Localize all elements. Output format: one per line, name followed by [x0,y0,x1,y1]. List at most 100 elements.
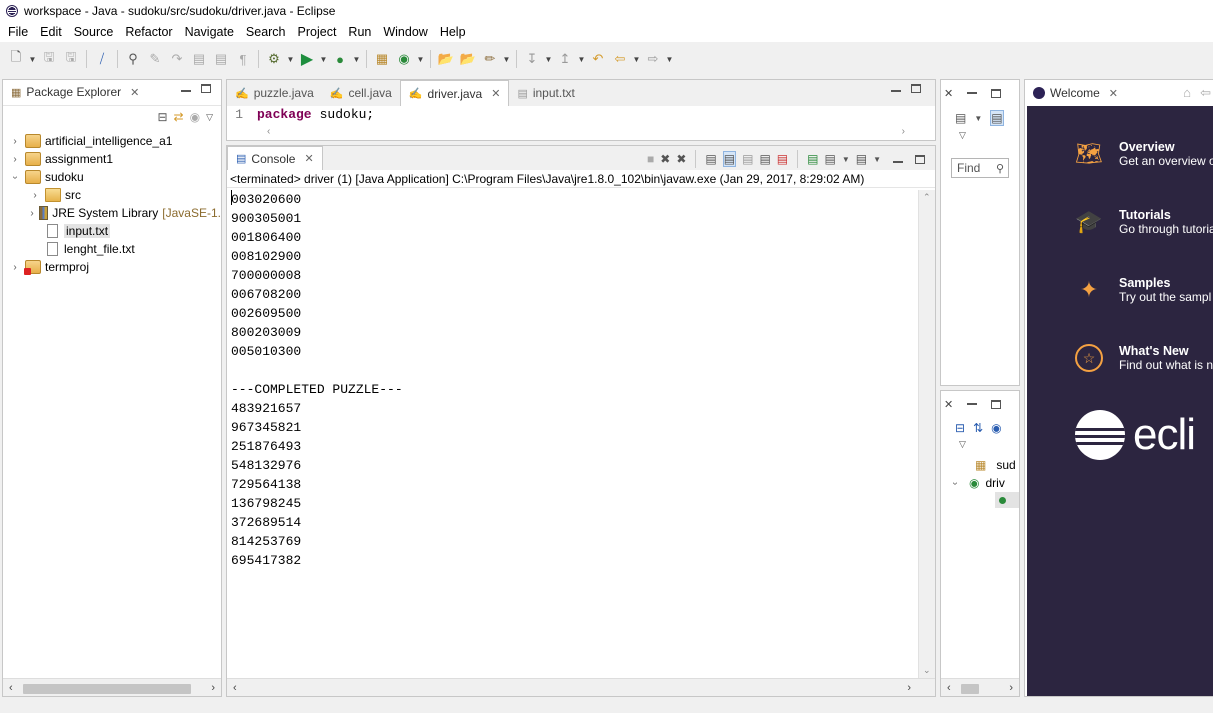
console-hscrollbar[interactable]: ‹ › [227,678,935,696]
collapse-all-icon[interactable]: ⊟ [955,421,965,435]
display-console-icon[interactable]: ▤ [824,152,835,166]
scroll-up-icon[interactable]: ⌃ [923,192,931,203]
save-all-icon[interactable]: 🖫 [61,49,81,69]
minimize-icon[interactable] [893,161,903,163]
back-icon[interactable]: ⇦ [610,49,630,69]
run-icon[interactable]: ▶ [297,49,317,69]
step-icon[interactable]: ✎ [145,49,165,69]
menu-help[interactable]: Help [434,22,472,42]
outline-item-class[interactable]: › ◉ driv [941,474,1019,492]
previous-annotation-icon[interactable]: ↥ [555,49,575,69]
expand-icon[interactable]: › [29,190,41,201]
search-dropdown-icon[interactable]: ▼ [502,49,511,69]
task-view-menu-icon[interactable]: ▽ [941,130,1019,141]
scroll-right-icon[interactable]: › [902,126,905,138]
save-icon[interactable]: 🖫 [39,49,59,69]
horizontal-scrollbar[interactable]: ‹ › [3,678,221,696]
code-line[interactable]: 1 package sudoku; [227,106,935,122]
next-annotation-icon[interactable]: ↧ [522,49,542,69]
format-icon[interactable]: ▤ [211,49,231,69]
minimize-icon[interactable] [891,90,901,92]
coverage-dropdown-icon[interactable]: ▼ [352,49,361,69]
tab-input-txt[interactable]: ▤ input.txt [509,80,582,106]
menu-project[interactable]: Project [292,22,343,42]
tab-puzzle-java[interactable]: ✍ puzzle.java [227,80,322,106]
open-console-icon[interactable]: ▤ [856,152,867,166]
search-icon[interactable]: ✏ [480,49,500,69]
outline-item-package[interactable]: ▦ sud [941,456,1019,474]
drop-to-frame-icon[interactable]: ↷ [167,49,187,69]
maximize-icon[interactable] [911,84,921,93]
new-dropdown-icon[interactable]: ▼ [28,49,37,69]
scroll-thumb[interactable] [961,684,979,694]
tab-console[interactable]: ▤ Console ✕ [227,146,323,170]
new-task-icon[interactable]: ▤ [955,111,966,125]
tree-item-assignment1[interactable]: › assignment1 [3,150,221,168]
toggle-breakpoint-icon[interactable]: ⚲ [123,49,143,69]
welcome-whats-new[interactable]: ☆ What's New Find out what is n [1075,344,1213,372]
expand-icon[interactable]: › [9,262,21,273]
scroll-left-icon[interactable]: ‹ [947,682,951,694]
menu-run[interactable]: Run [342,22,377,42]
open-task-icon[interactable]: 📂 [458,49,478,69]
collapse-icon[interactable]: › [950,477,961,489]
close-icon[interactable]: ✕ [491,87,500,100]
find-field[interactable]: Find ⚲ [951,158,1009,178]
close-icon[interactable]: ✕ [944,87,953,100]
tree-item-lenght-file-txt[interactable]: lenght_file.txt [3,240,221,258]
tab-driver-java[interactable]: ✍ driver.java ✕ [399,80,510,106]
scroll-left-icon[interactable]: ‹ [233,682,237,694]
menu-search[interactable]: Search [240,22,292,42]
scroll-down-icon[interactable]: ⌄ [923,665,931,676]
outline-view-menu-icon[interactable]: ▽ [941,439,1019,450]
back-icon[interactable]: ⇦ [1200,85,1211,101]
sort-icon[interactable]: ⇅ [973,421,983,435]
outline-hscrollbar[interactable]: ‹ › [941,678,1019,696]
clear-console-icon[interactable]: ▤ [705,152,716,166]
expand-icon[interactable]: › [9,154,21,165]
welcome-tutorials[interactable]: 🎓 Tutorials Go through tutoria [1075,208,1213,236]
maximize-icon[interactable] [991,88,1002,98]
menu-source[interactable]: Source [68,22,120,42]
scroll-right-icon[interactable]: › [907,682,911,694]
tab-cell-java[interactable]: ✍ cell.java [322,80,400,106]
coverage-icon[interactable]: ● [330,49,350,69]
editor-hscrollbar[interactable]: ‹ › [267,126,905,138]
remove-launch-icon[interactable]: ✖ [660,152,670,166]
collapse-all-icon[interactable]: ⊟ [157,110,167,124]
maximize-icon[interactable] [201,84,211,93]
forward-icon[interactable]: ⇨ [643,49,663,69]
new-icon[interactable]: 🗋 [6,49,26,69]
skip-breakpoints-icon[interactable]: ⧸ [92,49,112,69]
welcome-overview[interactable]: 🗺 Overview Get an overview o [1075,140,1213,168]
view-menu-icon[interactable]: ▽ [206,112,213,123]
minimize-icon[interactable] [967,92,978,94]
scroll-thumb[interactable] [23,684,191,694]
scroll-right-icon[interactable]: › [1009,682,1013,694]
minimize-icon[interactable] [967,403,978,405]
menu-file[interactable]: File [2,22,34,42]
terminate-icon[interactable]: ■ [647,152,654,166]
menu-refactor[interactable]: Refactor [119,22,178,42]
previous-annotation-dropdown-icon[interactable]: ▼ [577,49,586,69]
close-icon[interactable]: ✕ [304,152,313,165]
tab-welcome[interactable]: Welcome ✕ [1025,80,1126,106]
console-vscrollbar[interactable]: ⌃ ⌄ [918,190,935,678]
show-on-output-icon[interactable]: ▤ [759,152,770,166]
close-icon[interactable]: ✕ [130,86,139,99]
minimize-icon[interactable] [181,90,191,92]
link-with-editor-icon[interactable]: ⇄ [174,110,184,124]
menu-navigate[interactable]: Navigate [179,22,240,42]
expand-icon[interactable]: › [29,208,35,219]
scroll-right-icon[interactable]: › [211,682,215,694]
last-edit-location-icon[interactable]: ↶ [588,49,608,69]
scroll-left-icon[interactable]: ‹ [267,126,270,138]
new-java-package-icon[interactable]: ▦ [372,49,392,69]
use-step-filters-icon[interactable]: ▤ [189,49,209,69]
forward-dropdown-icon[interactable]: ▼ [665,49,674,69]
tree-item-artificial-intelligence[interactable]: › artificial_intelligence_a1 [3,132,221,150]
maximize-icon[interactable] [991,399,1002,409]
outline-method-item[interactable] [995,492,1019,508]
link-icon[interactable]: ▤ [990,110,1004,126]
welcome-samples[interactable]: ✦ Samples Try out the sampl [1075,276,1211,304]
